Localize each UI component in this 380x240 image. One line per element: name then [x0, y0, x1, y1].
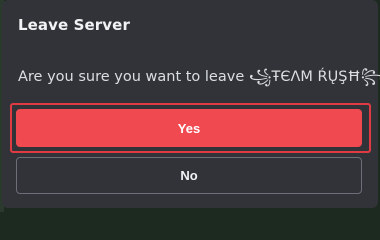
message-prefix: Are you sure you want to leave: [18, 69, 249, 85]
server-name: ꧁ŦЄΛM ŔŲŞĦ꧂: [248, 69, 380, 85]
dialog-title: Leave Server: [18, 16, 130, 34]
dialog-message: Are you sure you want to leave ꧁ŦЄΛM ŔŲŞ…: [18, 66, 380, 95]
no-button[interactable]: No: [16, 157, 362, 194]
yes-button[interactable]: Yes: [16, 109, 362, 147]
